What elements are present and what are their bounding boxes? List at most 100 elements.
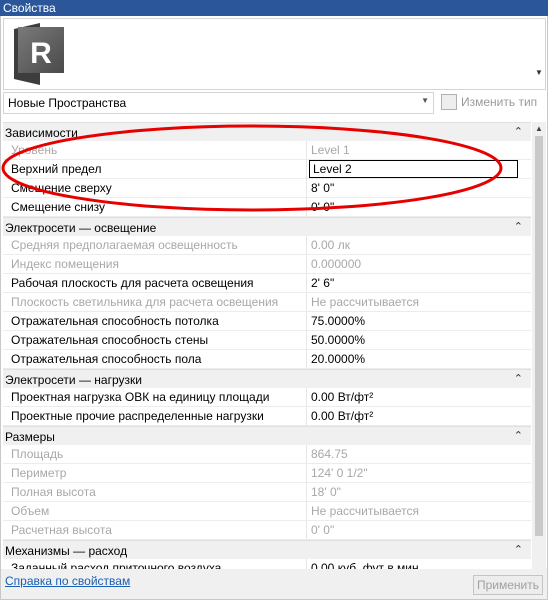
property-row: Плоскость светильника для расчета освеще…	[3, 293, 531, 312]
property-name: Уровень	[11, 143, 58, 157]
column-divider	[306, 502, 307, 520]
type-selector-dropdown[interactable]: Новые Пространства ▼	[3, 92, 434, 114]
property-row: Средняя предполагаемая освещенность 0.00 …	[3, 236, 531, 255]
property-value[interactable]: 0.00 Вт/фт²	[311, 409, 521, 423]
column-divider	[306, 559, 307, 569]
property-value-input[interactable]: Level 2	[309, 160, 518, 178]
property-name: Проектные прочие распределенные нагрузки	[11, 409, 264, 423]
type-preview-box[interactable]: R ▼	[3, 18, 546, 90]
chevron-down-icon[interactable]: ▼	[535, 68, 543, 77]
property-group-header[interactable]: Размеры ⌃	[3, 426, 531, 445]
footer: Справка по свойствам Применить	[1, 569, 547, 599]
type-selector-value: Новые Пространства	[8, 96, 127, 110]
property-value[interactable]: 20.0000%	[311, 352, 521, 366]
property-row: Периметр 124' 0 1/2"	[3, 464, 531, 483]
property-name: Полная высота	[11, 485, 96, 499]
revit-logo-icon: R	[14, 23, 64, 85]
property-group-header[interactable]: Электросети — нагрузки ⌃	[3, 369, 531, 388]
property-value: 124' 0 1/2"	[311, 466, 368, 480]
property-value[interactable]: 50.0000%	[311, 333, 521, 347]
column-divider	[306, 198, 307, 216]
scroll-up-icon[interactable]: ▲	[535, 124, 543, 133]
column-divider	[306, 160, 307, 178]
property-value[interactable]: 0.00 куб. фут в мин	[311, 561, 521, 569]
property-name: Проектная нагрузка ОВК на единицу площад…	[11, 390, 270, 404]
property-row[interactable]: Проектная нагрузка ОВК на единицу площад…	[3, 388, 531, 407]
logo-letter: R	[30, 37, 52, 70]
property-value: Не рассчитывается	[311, 504, 420, 518]
chevron-down-icon: ▼	[421, 96, 429, 105]
group-name: Электросети — нагрузки	[5, 373, 142, 387]
properties-help-link[interactable]: Справка по свойствам	[5, 574, 130, 588]
column-divider	[306, 255, 307, 273]
vertical-scrollbar[interactable]: ▲	[532, 122, 546, 569]
property-name: Отражательная способность потолка	[11, 314, 219, 328]
property-row[interactable]: Отражательная способность стены 50.0000%	[3, 331, 531, 350]
edit-type-button[interactable]: Изменить тип	[441, 94, 541, 112]
group-name: Зависимости	[5, 126, 78, 140]
property-name: Индекс помещения	[11, 257, 119, 271]
property-value[interactable]: 0.00 Вт/фт²	[311, 390, 521, 404]
property-row[interactable]: Заданный расход приточного воздуха 0.00 к…	[3, 559, 531, 569]
property-row[interactable]: Рабочая плоскость для расчета освещения 2…	[3, 274, 531, 293]
collapse-chevron-icon[interactable]: ⌃	[514, 125, 523, 138]
properties-panel: R ▼ Новые Пространства ▼ Изменить тип За…	[0, 16, 548, 600]
column-divider	[306, 236, 307, 254]
property-group-header[interactable]: Электросети — освещение ⌃	[3, 217, 531, 236]
property-name: Верхний предел	[11, 162, 102, 176]
column-divider	[306, 464, 307, 482]
property-name: Средняя предполагаемая освещенность	[11, 238, 238, 252]
property-row: Уровень Level 1	[3, 141, 531, 160]
column-divider	[306, 274, 307, 292]
property-name: Смещение снизу	[11, 200, 106, 214]
property-row: Расчетная высота 0' 0"	[3, 521, 531, 540]
property-name: Площадь	[11, 447, 64, 461]
properties-grid: Зависимости ⌃ Уровень Level 1 Верхний предел…	[3, 122, 531, 569]
property-name: Отражательная способность стены	[11, 333, 209, 347]
property-row: Индекс помещения 0.000000	[3, 255, 531, 274]
property-value: 0' 0"	[311, 523, 335, 537]
property-value[interactable]: 75.0000%	[311, 314, 521, 328]
collapse-chevron-icon[interactable]: ⌃	[514, 543, 523, 556]
property-value: 864.75	[311, 447, 348, 461]
property-name: Заданный расход приточного воздуха	[11, 561, 222, 569]
column-divider	[306, 388, 307, 406]
property-row[interactable]: Верхний предел Level 2	[3, 160, 531, 179]
property-row[interactable]: Проектные прочие распределенные нагрузки…	[3, 407, 531, 426]
property-name: Объем	[11, 504, 50, 518]
property-name: Расчетная высота	[11, 523, 112, 537]
collapse-chevron-icon[interactable]: ⌃	[514, 429, 523, 442]
property-value: 18' 0"	[311, 485, 341, 499]
column-divider	[306, 331, 307, 349]
property-row[interactable]: Смещение сверху 8' 0"	[3, 179, 531, 198]
property-group-header[interactable]: Зависимости ⌃	[3, 122, 531, 141]
property-row[interactable]: Отражательная способность пола 20.0000%	[3, 350, 531, 369]
property-value[interactable]: 8' 0"	[311, 181, 521, 195]
property-value: 0.000000	[311, 257, 362, 271]
property-value: Level 1	[311, 143, 350, 157]
group-name: Электросети — освещение	[5, 221, 157, 235]
property-row[interactable]: Отражательная способность потолка 75.0000…	[3, 312, 531, 331]
collapse-chevron-icon[interactable]: ⌃	[514, 220, 523, 233]
property-name: Смещение сверху	[11, 181, 112, 195]
scrollbar-thumb[interactable]	[535, 136, 543, 536]
group-name: Механизмы — расход	[5, 544, 128, 558]
property-name: Плоскость светильника для расчета освеще…	[11, 295, 279, 309]
column-divider	[306, 521, 307, 539]
property-value: 0.00 лк	[311, 238, 350, 252]
collapse-chevron-icon[interactable]: ⌃	[514, 372, 523, 385]
apply-button[interactable]: Применить	[473, 575, 543, 595]
property-name: Отражательная способность пола	[11, 352, 202, 366]
property-name: Рабочая плоскость для расчета освещения	[11, 276, 254, 290]
property-row: Полная высота 18' 0"	[3, 483, 531, 502]
column-divider	[306, 445, 307, 463]
edit-type-label: Изменить тип	[461, 95, 538, 109]
property-name: Периметр	[11, 466, 67, 480]
column-divider	[306, 483, 307, 501]
property-group-header[interactable]: Механизмы — расход ⌃	[3, 540, 531, 559]
property-value[interactable]: 0' 0"	[311, 200, 521, 214]
column-divider	[306, 293, 307, 311]
property-value: Не рассчитывается	[311, 295, 420, 309]
property-value[interactable]: 2' 6"	[311, 276, 521, 290]
property-row[interactable]: Смещение снизу 0' 0"	[3, 198, 531, 217]
